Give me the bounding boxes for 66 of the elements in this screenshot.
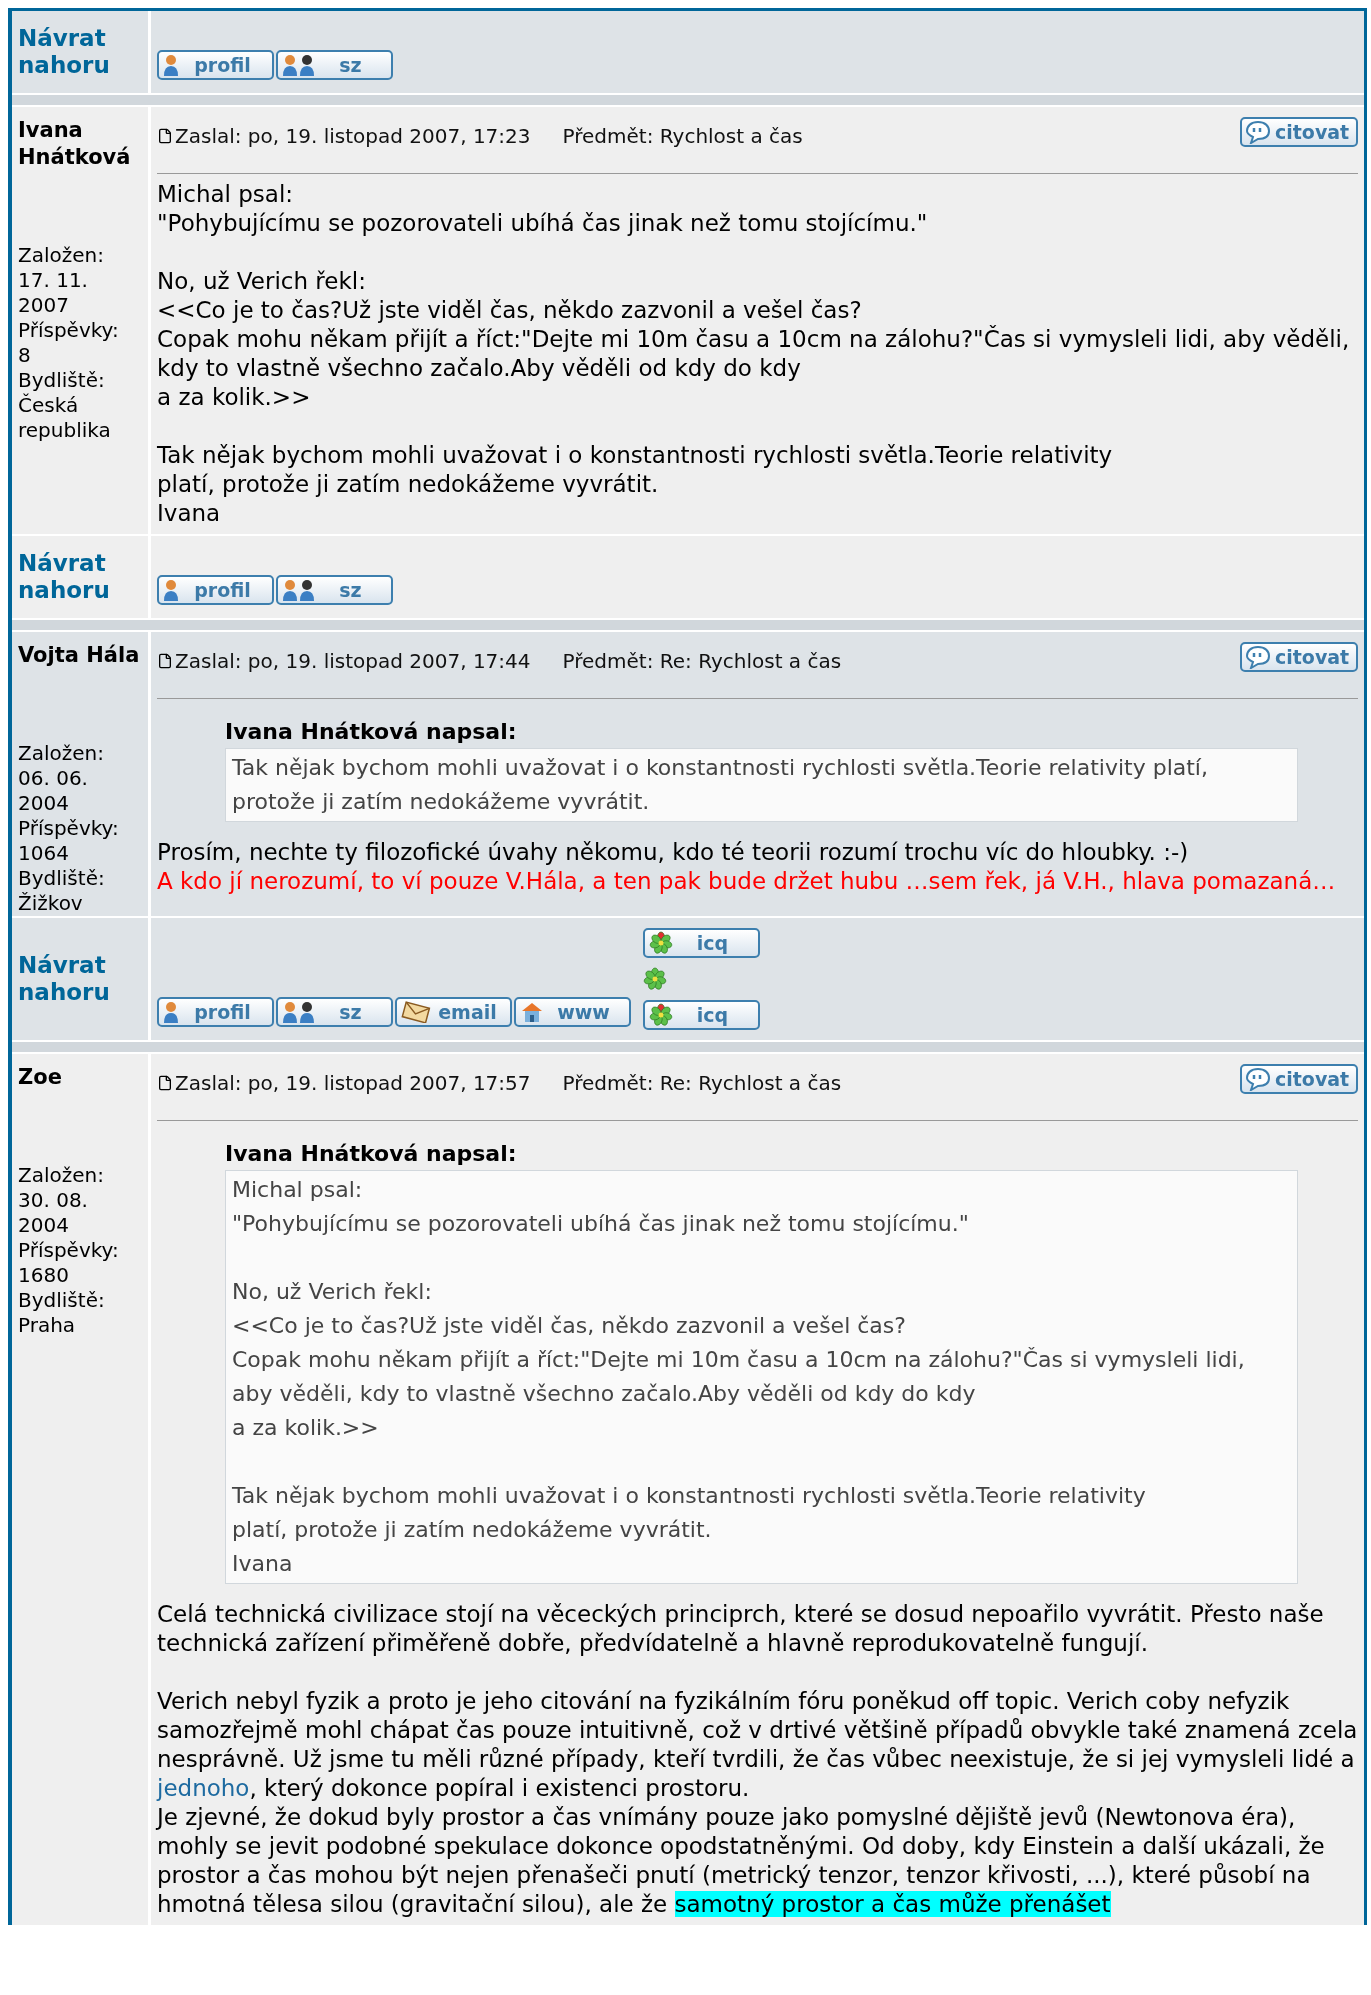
post-date: Zaslal: po, 19. listopad 2007, 17:44 — [175, 648, 531, 675]
speech-bubble-icon — [1245, 645, 1271, 669]
profile-value: 17. 11. 2007 — [18, 268, 89, 318]
profile-label: Založen: — [18, 741, 105, 766]
profile-label: Bydliště: — [18, 368, 106, 393]
profile-label: Bydliště: — [18, 866, 106, 891]
profile-label: Příspěvky: — [18, 1238, 120, 1263]
pm-button[interactable]: sz — [276, 575, 393, 605]
post-text: Celá technická civilizace stojí na věceckých principrch, které se dosud nepoařilo vyvrátit. Přesto naše technická zařízení přiměřeně dobře, předvídatelně a hlavně reprodukovatelně fungují. Verich nebyl fyzik a proto je jeho citování na fyzikálním fóru poněkud off topic. Verich coby nefyzik samozřejmě mohl chápat čas pouze intuitivně, což v drtivé většině případů obvykle také znamená zcela nesprávně. Už jsme tu měli různé případy, kteří tvrdili, že čas vůbec neexistuje, že si jej vymysleli lidé a jednoho, který dokonce popíral i existenci prostoru. Je zjevné, že dokud byly prostor a čas vnímány pouze jako pomyslné dějiště jevů (Newtonova éra), mohly se jevit podobné spekulace dokonce opodstatněnými. Od doby, kdy Einstein a další ukázali, že prostor a čas mohou být nejen přenašeči pnutí (metrický tenzor, tenzor křivosti, ...), které působí na hmotná tělesa silou (gravitační silou), ale že samotný prostor a čas může přenášet — [157, 1600, 1358, 1919]
person-icon — [163, 54, 179, 76]
icq-button[interactable]: icq — [643, 928, 760, 958]
email-button[interactable]: email — [395, 997, 512, 1027]
icq-status-icon — [643, 967, 667, 991]
profile-value: 06. 06. 2004 — [18, 766, 89, 816]
quote-button[interactable]: citovat — [1240, 1064, 1358, 1094]
quote-author: Ivana Hnátková napsal: — [225, 718, 518, 746]
profile-value: Praha — [18, 1313, 77, 1338]
post-text: Prosím, nechte ty filozofické úvahy někomu, kdo té teorii rozumí trochu víc do hloubky. :-) — [157, 838, 1190, 867]
profile-label: Příspěvky: — [18, 318, 120, 343]
pm-button[interactable]: sz — [276, 50, 393, 80]
author-name: Vojta Hála — [18, 642, 141, 669]
pm-button[interactable]: sz — [276, 997, 393, 1027]
icq-button[interactable]: icq — [643, 1000, 760, 1030]
post-text: Michal psal: "Pohybujícímu se pozorovateli ubíhá čas jinak než tomu stojícímu." No, už Verich řekl: <<Co je to čas?Už jste viděl čas, někdo zazvonil a vešel čas? Copak mohu někam přijít a říct:"Dejte mi 10m času a 10cm na zálohu?"Čas si vymysleli lidi, aby věděli, kdy to vlastně všechno začalo.Aby věděli od kdy do kdy a za kolik.>> Tak nějak bychom mohli uvažovat i o konstantnosti rychlosti světla.Teorie relativity platí, protože ji zatím nedokážeme vyvrátit. Ivana — [157, 180, 1351, 528]
profile-button[interactable]: profil — [157, 50, 274, 80]
author-name: Zoe — [18, 1064, 63, 1091]
post-icon — [157, 1075, 173, 1091]
profile-value: 8 — [18, 343, 32, 368]
quote-button[interactable]: citovat — [1240, 117, 1358, 147]
post-date: Zaslal: po, 19. listopad 2007, 17:57 — [175, 1070, 531, 1097]
speech-bubble-icon — [1245, 1067, 1271, 1091]
post-icon — [157, 653, 173, 669]
post-link[interactable]: jednoho — [157, 1775, 250, 1801]
two-people-icon — [282, 1001, 316, 1023]
profile-value: 1680 — [18, 1263, 70, 1288]
www-button[interactable]: www — [514, 997, 631, 1027]
author-name: Ivana Hnátková — [18, 117, 132, 171]
envelope-icon — [401, 1001, 431, 1023]
quote-button[interactable]: citovat — [1240, 642, 1358, 672]
flower-icon — [649, 931, 673, 955]
profile-label: Bydliště: — [18, 1288, 106, 1313]
house-icon — [520, 1001, 544, 1023]
profile-value: 1064 — [18, 841, 70, 866]
quote-box: Tak nějak bychom mohli uvažovat i o konstantnosti rychlosti světla.Teorie relativity platí, protože ji zatím nedokážeme vyvrátit. — [225, 748, 1298, 822]
profile-value: Žižkov — [18, 891, 84, 916]
profile-value: 30. 08. 2004 — [18, 1188, 89, 1238]
quote-box: Michal psal: "Pohybujícímu se pozorovateli ubíhá čas jinak než tomu stojícímu." No, už Verich řekl: <<Co je to čas?Už jste viděl čas, někdo zazvonil a vešel čas? Copak mohu někam přijít a říct:"Dejte mi 10m času a 10cm na zálohu?"Čas si vymysleli lidi, aby věděli, kdy to vlastně všechno začalo.Aby věděli od kdy do kdy a za kolik.>> Tak nějak bychom mohli uvažovat i o konstantnosti rychlosti světla.Teorie relativity platí, protože ji zatím nedokážeme vyvrátit. Ivana — [225, 1170, 1298, 1584]
profile-label: Založen: — [18, 243, 105, 268]
profile-label: Založen: — [18, 1163, 105, 1188]
post-subject: Předmět: Re: Rychlost a čas — [562, 1070, 842, 1097]
profile-label: Příspěvky: — [18, 816, 120, 841]
two-people-icon — [282, 579, 316, 601]
profile-button[interactable]: profil — [157, 997, 274, 1027]
post-date: Zaslal: po, 19. listopad 2007, 17:23 — [175, 123, 531, 150]
post-subject: Předmět: Rychlost a čas — [562, 123, 803, 150]
profile-value: Česká republika — [18, 393, 112, 443]
speech-bubble-icon — [1245, 120, 1271, 144]
post-icon — [157, 128, 173, 144]
flower-icon — [649, 1003, 673, 1027]
quote-author: Ivana Hnátková napsal: — [225, 1140, 518, 1168]
profile-button[interactable]: profil — [157, 575, 274, 605]
person-icon — [163, 1001, 179, 1023]
post-subject: Předmět: Re: Rychlost a čas — [562, 648, 842, 675]
person-icon — [163, 579, 179, 601]
signature-text: A kdo jí nerozumí, to ví pouze V.Hála, a ten pak bude držet hubu …sem řek, já V.H., hlava pomazaná… — [157, 867, 1337, 896]
two-people-icon — [282, 54, 316, 76]
